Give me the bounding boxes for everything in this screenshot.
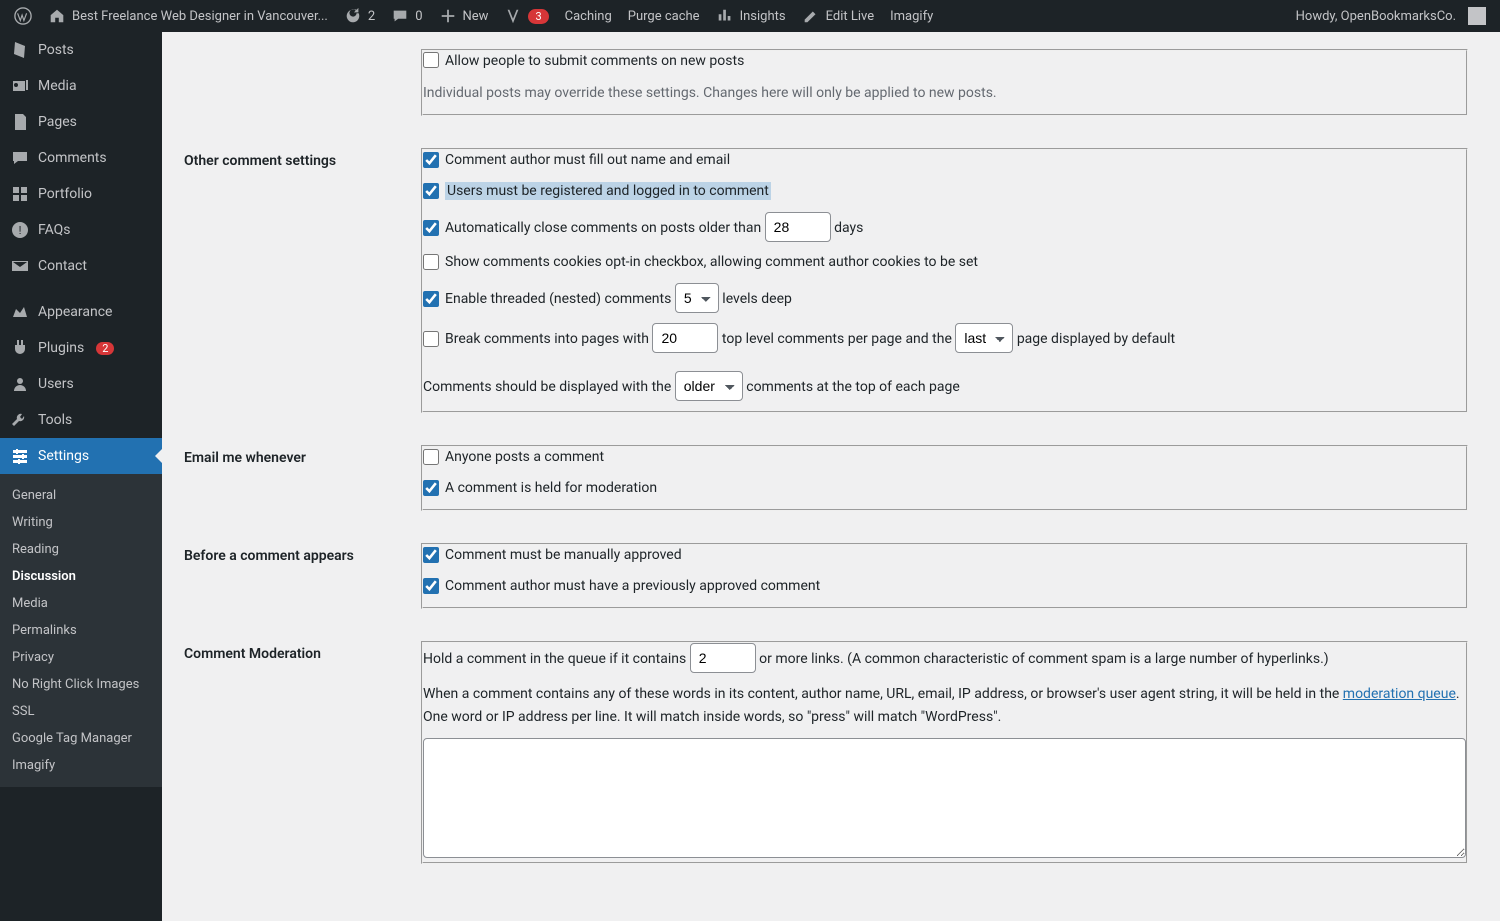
sidebar-posts[interactable]: Posts <box>0 32 162 68</box>
comment-order-select[interactable]: older <box>675 371 743 401</box>
anyone-posts-checkbox[interactable] <box>423 449 439 465</box>
registered-checkbox[interactable] <box>423 183 439 199</box>
sidebar-settings[interactable]: Settings <box>0 438 162 474</box>
autoclose-row: Automatically close comments on posts ol… <box>423 212 1466 242</box>
svg-text:!: ! <box>19 224 22 237</box>
email-me-heading: Email me whenever <box>184 430 409 526</box>
sub-media[interactable]: Media <box>0 590 162 617</box>
author-fill-row: Comment author must fill out name and em… <box>423 150 1466 171</box>
moderation-keys-textarea[interactable] <box>423 738 1466 858</box>
author-fill-checkbox[interactable] <box>423 152 439 168</box>
override-note: Individual posts may override these sett… <box>423 82 1466 104</box>
plugins-badge: 2 <box>96 342 114 355</box>
sidebar-comments[interactable]: Comments <box>0 140 162 176</box>
max-links-input[interactable] <box>690 643 756 673</box>
display-order-row: Comments should be displayed with the ol… <box>423 371 1466 401</box>
updates-link[interactable]: 2 <box>336 0 383 32</box>
yoast-link[interactable]: 3 <box>496 0 556 32</box>
purge-link[interactable]: Purge cache <box>620 0 708 32</box>
sidebar-portfolio[interactable]: Portfolio <box>0 176 162 212</box>
main-content: Allow people to submit comments on new p… <box>162 32 1500 921</box>
sidebar-pages[interactable]: Pages <box>0 104 162 140</box>
moderation-keys-desc: When a comment contains any of these wor… <box>423 683 1466 728</box>
sub-gtm[interactable]: Google Tag Manager <box>0 725 162 752</box>
held-moderation-row: A comment is held for moderation <box>423 478 1466 499</box>
sub-writing[interactable]: Writing <box>0 509 162 536</box>
registered-row: Users must be registered and logged in t… <box>423 181 1466 202</box>
site-home[interactable]: Best Freelance Web Designer in Vancouver… <box>40 0 336 32</box>
sidebar-tools[interactable]: Tools <box>0 402 162 438</box>
prev-approved-row: Comment author must have a previously ap… <box>423 576 1466 597</box>
moderation-queue-link[interactable]: moderation queue <box>1343 686 1456 702</box>
caching-link[interactable]: Caching <box>557 0 620 32</box>
sub-discussion[interactable]: Discussion <box>0 563 162 590</box>
wp-logo[interactable] <box>6 0 40 32</box>
prev-approved-checkbox[interactable] <box>423 578 439 594</box>
manual-approve-checkbox[interactable] <box>423 547 439 563</box>
sidebar-plugins[interactable]: Plugins2 <box>0 330 162 366</box>
yoast-badge: 3 <box>528 9 548 24</box>
per-page-input[interactable] <box>652 323 718 353</box>
break-pages-checkbox[interactable] <box>423 331 439 347</box>
allow-submit-checkbox[interactable] <box>423 52 439 68</box>
default-page-select[interactable]: last <box>955 323 1013 353</box>
sub-privacy[interactable]: Privacy <box>0 644 162 671</box>
sub-ssl[interactable]: SSL <box>0 698 162 725</box>
cookies-optin-checkbox[interactable] <box>423 254 439 270</box>
before-appears-heading: Before a comment appears <box>184 528 409 624</box>
sub-reading[interactable]: Reading <box>0 536 162 563</box>
sidebar-contact[interactable]: Contact <box>0 248 162 284</box>
admin-topbar: Best Freelance Web Designer in Vancouver… <box>0 0 1500 32</box>
threaded-row: Enable threaded (nested) comments 5 leve… <box>423 283 1466 313</box>
sub-norightclick[interactable]: No Right Click Images <box>0 671 162 698</box>
hold-links-row: Hold a comment in the queue if it contai… <box>423 643 1466 673</box>
imagify-top-link[interactable]: Imagify <box>882 0 941 32</box>
updates-count: 2 <box>368 9 375 24</box>
sidebar-media[interactable]: Media <box>0 68 162 104</box>
anyone-posts-row: Anyone posts a comment <box>423 447 1466 468</box>
moderation-heading: Comment Moderation <box>184 626 409 879</box>
threaded-levels-select[interactable]: 5 <box>675 283 719 313</box>
avatar-icon <box>1468 7 1486 25</box>
new-label: New <box>463 9 489 24</box>
manual-approve-row: Comment must be manually approved <box>423 545 1466 566</box>
sub-permalinks[interactable]: Permalinks <box>0 617 162 644</box>
sidebar-users[interactable]: Users <box>0 366 162 402</box>
sub-imagify[interactable]: Imagify <box>0 752 162 779</box>
autoclose-days-input[interactable] <box>765 212 831 242</box>
settings-submenu: General Writing Reading Discussion Media… <box>0 474 162 787</box>
new-link[interactable]: New <box>431 0 497 32</box>
autoclose-checkbox[interactable] <box>423 220 439 236</box>
held-moderation-checkbox[interactable] <box>423 480 439 496</box>
other-comment-heading: Other comment settings <box>184 133 409 428</box>
site-title: Best Freelance Web Designer in Vancouver… <box>72 9 328 24</box>
threaded-checkbox[interactable] <box>423 291 439 307</box>
sidebar-faqs[interactable]: !FAQs <box>0 212 162 248</box>
edit-live-link[interactable]: Edit Live <box>794 0 883 32</box>
allow-submit-row: Allow people to submit comments on new p… <box>423 51 1466 72</box>
sub-general[interactable]: General <box>0 482 162 509</box>
comments-count: 0 <box>415 9 422 24</box>
insights-link[interactable]: Insights <box>708 0 794 32</box>
account-link[interactable]: Howdy, OpenBookmarksCo. <box>1288 0 1494 32</box>
howdy-text: Howdy, OpenBookmarksCo. <box>1296 9 1456 24</box>
comments-link[interactable]: 0 <box>383 0 430 32</box>
break-pages-row: Break comments into pages with top level… <box>423 323 1466 353</box>
admin-sidebar: Posts Media Pages Comments Portfolio !FA… <box>0 32 162 921</box>
sidebar-appearance[interactable]: Appearance <box>0 294 162 330</box>
cookies-optin-row: Show comments cookies opt-in checkbox, a… <box>423 252 1466 273</box>
